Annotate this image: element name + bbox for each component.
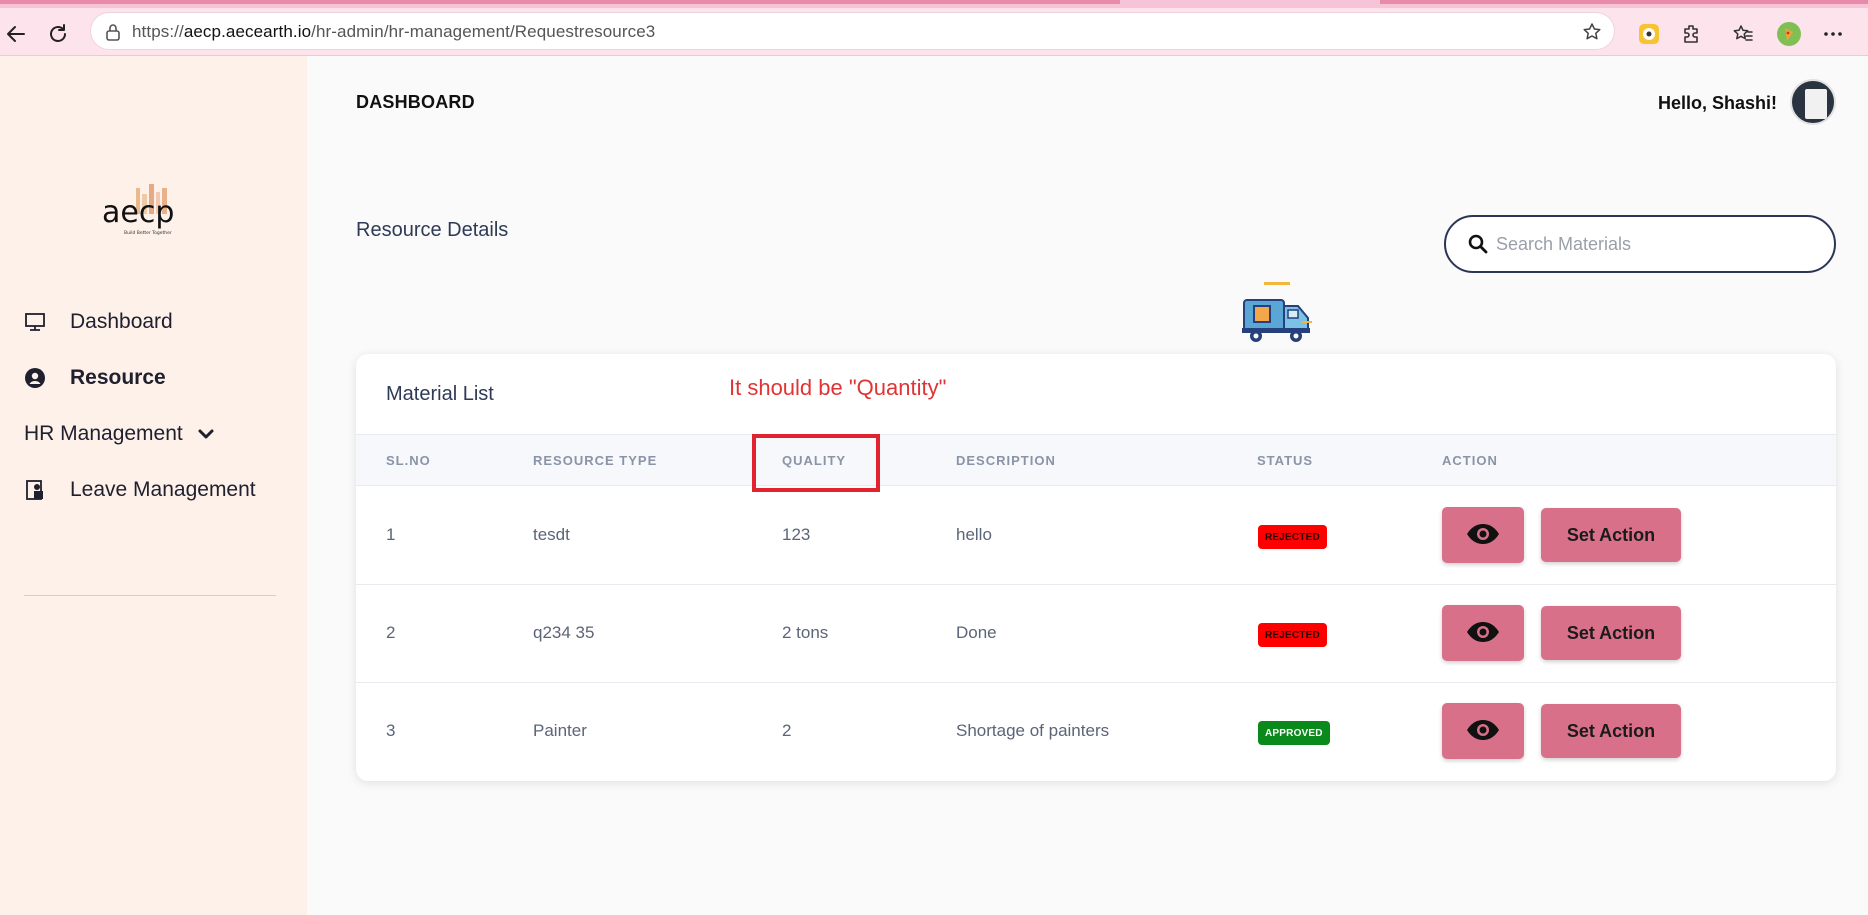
material-list-card: Material List SL.NO RESOURCE TYPE QUALIT…	[356, 354, 1836, 781]
chevron-down-icon	[195, 423, 217, 445]
url-text[interactable]: https://aecp.aecearth.io/hr-admin/hr-man…	[132, 22, 655, 42]
sidebar-item-label: Leave Management	[70, 478, 256, 501]
page-title: DASHBOARD	[356, 92, 475, 112]
sidebar-item-label: Dashboard	[70, 310, 173, 333]
cell-slno: 3	[386, 721, 396, 740]
avatar-image	[1805, 89, 1827, 119]
reload-icon[interactable]	[44, 20, 72, 48]
sidebar-divider	[24, 595, 276, 596]
address-bar[interactable]: https://aecp.aecearth.io/hr-admin/hr-man…	[90, 12, 1615, 50]
column-header-slno: SL.NO	[386, 453, 431, 468]
active-tab-indicator	[0, 0, 1120, 4]
table-row: 2 q234 35 2 tons Done REJECTED Set Actio…	[356, 585, 1836, 683]
view-button[interactable]	[1442, 507, 1524, 563]
search-icon	[1468, 234, 1488, 259]
eye-icon	[1466, 523, 1500, 548]
cell-quality: 2 tons	[782, 623, 829, 642]
extensions-puzzle-icon[interactable]	[1679, 21, 1705, 47]
aecp-logo[interactable]: aecp Build Better Together	[100, 182, 202, 242]
view-button[interactable]	[1442, 605, 1524, 661]
cell-description: Done	[956, 623, 997, 642]
sidebar-item-resource[interactable]: Resource	[24, 366, 166, 390]
sidebar-item-label: HR Management	[24, 422, 183, 445]
profile-extension-icon[interactable]	[1776, 21, 1802, 47]
more-menu-icon[interactable]	[1820, 21, 1846, 47]
monitor-icon	[24, 311, 46, 333]
sidebar-item-leave-management[interactable]: Leave Management	[24, 478, 256, 502]
logo-tagline: Build Better Together	[124, 230, 172, 236]
annotation-highlight-box	[752, 434, 880, 492]
status-badge: APPROVED	[1258, 721, 1330, 745]
leave-icon	[24, 479, 46, 501]
avatar[interactable]	[1790, 79, 1836, 125]
set-action-button[interactable]: Set Action	[1541, 606, 1681, 660]
cell-slno: 1	[386, 525, 396, 544]
card-title: Material List	[386, 383, 494, 405]
column-header-status: STATUS	[1257, 453, 1314, 468]
column-header-description: DESCRIPTION	[956, 453, 1056, 468]
url-path: /hr-admin/hr-management/Requestresource3	[311, 22, 656, 41]
annotation-text: It should be "Quantity"	[729, 375, 947, 400]
table-row: 3 Painter 2 Shortage of painters APPROVE…	[356, 683, 1836, 781]
sidebar: aecp Build Better Together Dashboard Res…	[0, 56, 307, 915]
cell-description: Shortage of painters	[956, 721, 1110, 740]
status-badge: REJECTED	[1258, 525, 1327, 549]
truck-illustration	[1240, 282, 1316, 348]
sidebar-item-hr-management[interactable]: HR Management	[24, 422, 217, 446]
tab-indicator	[1380, 0, 1868, 4]
status-badge: REJECTED	[1258, 623, 1327, 647]
logo-text: aecp	[102, 195, 174, 230]
cell-quality: 123	[782, 525, 811, 544]
section-title: Resource Details	[356, 219, 509, 241]
eye-icon	[1466, 719, 1500, 744]
cell-slno: 2	[386, 623, 396, 642]
back-icon[interactable]	[2, 20, 30, 48]
cell-resource-type: tesdt	[533, 525, 570, 544]
set-action-button[interactable]: Set Action	[1541, 508, 1681, 562]
sidebar-item-dashboard[interactable]: Dashboard	[24, 310, 173, 334]
greeting-text: Hello, Shashi!	[1658, 93, 1778, 113]
extension-yellow-icon[interactable]	[1636, 21, 1662, 47]
column-header-resource-type: RESOURCE TYPE	[533, 453, 658, 468]
cell-description: hello	[956, 525, 992, 544]
lock-icon[interactable]	[105, 23, 121, 46]
cell-quality: 2	[782, 721, 792, 740]
favorite-star-icon[interactable]	[1582, 22, 1602, 47]
cell-resource-type: Painter	[533, 721, 587, 740]
browser-toolbar: https://aecp.aecearth.io/hr-admin/hr-man…	[0, 8, 1868, 56]
sidebar-item-label: Resource	[70, 366, 166, 389]
eye-icon	[1466, 621, 1500, 646]
column-header-action: ACTION	[1442, 453, 1498, 468]
table-header: SL.NO RESOURCE TYPE QUALITY DESCRIPTION …	[356, 434, 1836, 486]
search-box	[1444, 215, 1836, 273]
set-action-button[interactable]: Set Action	[1541, 704, 1681, 758]
table-row: 1 tesdt 123 hello REJECTED Set Action	[356, 487, 1836, 585]
view-button[interactable]	[1442, 703, 1524, 759]
favorites-icon[interactable]	[1730, 21, 1756, 47]
cell-resource-type: q234 35	[533, 623, 595, 642]
search-input[interactable]	[1496, 227, 1816, 261]
user-circle-icon	[24, 367, 46, 389]
url-prefix: https://	[132, 22, 184, 41]
url-host: aecp.aecearth.io	[183, 22, 312, 41]
